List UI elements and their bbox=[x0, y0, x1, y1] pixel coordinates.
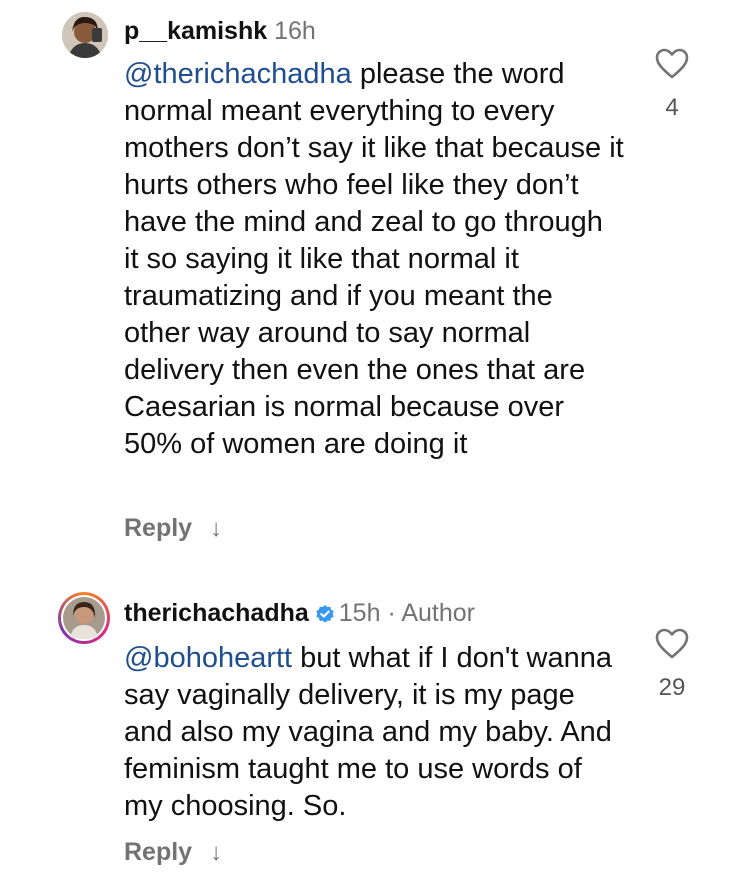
timestamp: 16h bbox=[274, 17, 316, 45]
reply-row: Reply ↓ bbox=[124, 514, 222, 543]
reply-button[interactable]: Reply bbox=[124, 838, 192, 867]
like-section: 4 bbox=[649, 48, 695, 122]
comment-body: please the word normal meant everything … bbox=[124, 58, 624, 460]
avatar-image bbox=[62, 12, 108, 58]
heart-outline-icon[interactable] bbox=[655, 48, 689, 80]
avatar-image bbox=[61, 595, 107, 641]
comment: therichachadha 15h · Author @bohoheartt … bbox=[0, 582, 743, 891]
like-section: 29 bbox=[649, 628, 695, 702]
reply-button[interactable]: Reply bbox=[124, 514, 192, 543]
mention-link[interactable]: @bohoheartt bbox=[124, 642, 292, 674]
comment-header: p__kamishk 16h bbox=[124, 16, 316, 46]
arrow-down-icon[interactable]: ↓ bbox=[210, 515, 222, 543]
comment-text: @bohoheartt but what if I don't wanna sa… bbox=[124, 640, 624, 825]
avatar[interactable] bbox=[58, 592, 110, 644]
verified-badge-icon bbox=[316, 605, 334, 623]
like-count: 29 bbox=[658, 674, 686, 701]
heart-outline-icon[interactable] bbox=[655, 628, 689, 660]
arrow-down-icon[interactable]: ↓ bbox=[210, 839, 222, 867]
comment: p__kamishk 16h @therichachadha please th… bbox=[0, 0, 743, 560]
comment-text: @therichachadha please the word normal m… bbox=[124, 56, 624, 463]
reply-row: Reply ↓ bbox=[124, 838, 222, 867]
timestamp: 15h bbox=[338, 599, 381, 627]
username[interactable]: therichachadha bbox=[124, 599, 309, 627]
mention-link[interactable]: @therichachadha bbox=[124, 58, 352, 90]
author-label: · Author bbox=[380, 599, 475, 627]
comment-header: therichachadha 15h · Author bbox=[124, 598, 475, 628]
like-count: 4 bbox=[665, 94, 679, 121]
avatar[interactable] bbox=[62, 12, 108, 58]
username[interactable]: p__kamishk bbox=[124, 17, 267, 45]
